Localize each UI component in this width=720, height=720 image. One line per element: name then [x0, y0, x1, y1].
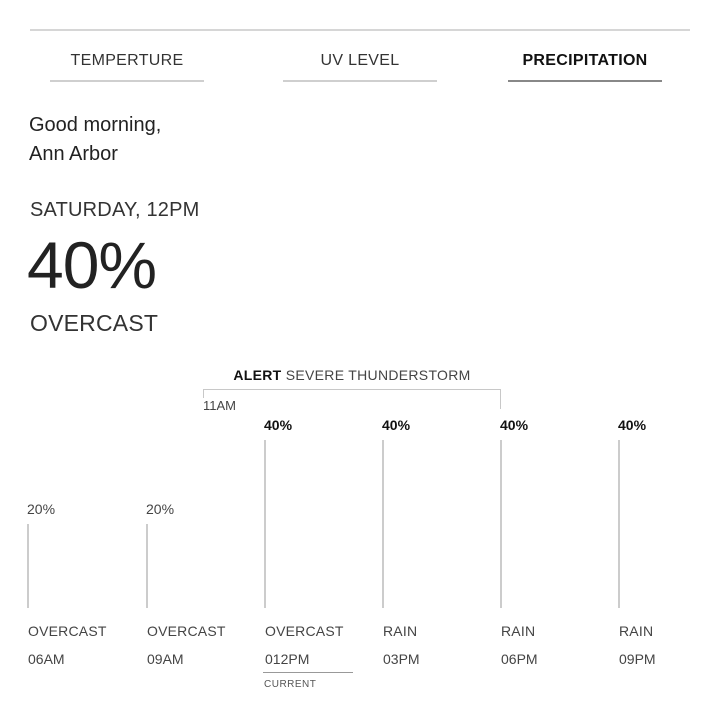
- chart-value-label: 40%: [382, 417, 411, 433]
- chart-condition-label: OVERCAST: [28, 623, 107, 639]
- chart-condition-label: OVERCAST: [265, 623, 344, 639]
- chart-value-label: 40%: [618, 417, 647, 433]
- precipitation-chart: 20% OVERCAST 06AM 20% OVERCAST 09AM 40% OVERCAS…: [27, 417, 656, 667]
- chart-time-label: 06PM: [501, 651, 538, 667]
- current-marker-line: [263, 672, 353, 673]
- chart-value-label: 40%: [500, 417, 529, 433]
- chart-value-label: 20%: [146, 501, 174, 517]
- chart-time-label: 09AM: [147, 651, 184, 667]
- chart-condition-label: RAIN: [501, 623, 535, 639]
- chart-condition-label: RAIN: [383, 623, 417, 639]
- chart-time-label: 03PM: [383, 651, 420, 667]
- chart-time-label: 09PM: [619, 651, 656, 667]
- chart-condition-label: RAIN: [619, 623, 653, 639]
- chart-time-label: 012PM: [265, 651, 309, 667]
- chart-time-label: 06AM: [28, 651, 65, 667]
- current-marker-label: CURRENT: [264, 679, 317, 690]
- chart-value-label: 40%: [264, 417, 293, 433]
- chart-condition-label: OVERCAST: [147, 623, 226, 639]
- chart-value-label: 20%: [27, 501, 55, 517]
